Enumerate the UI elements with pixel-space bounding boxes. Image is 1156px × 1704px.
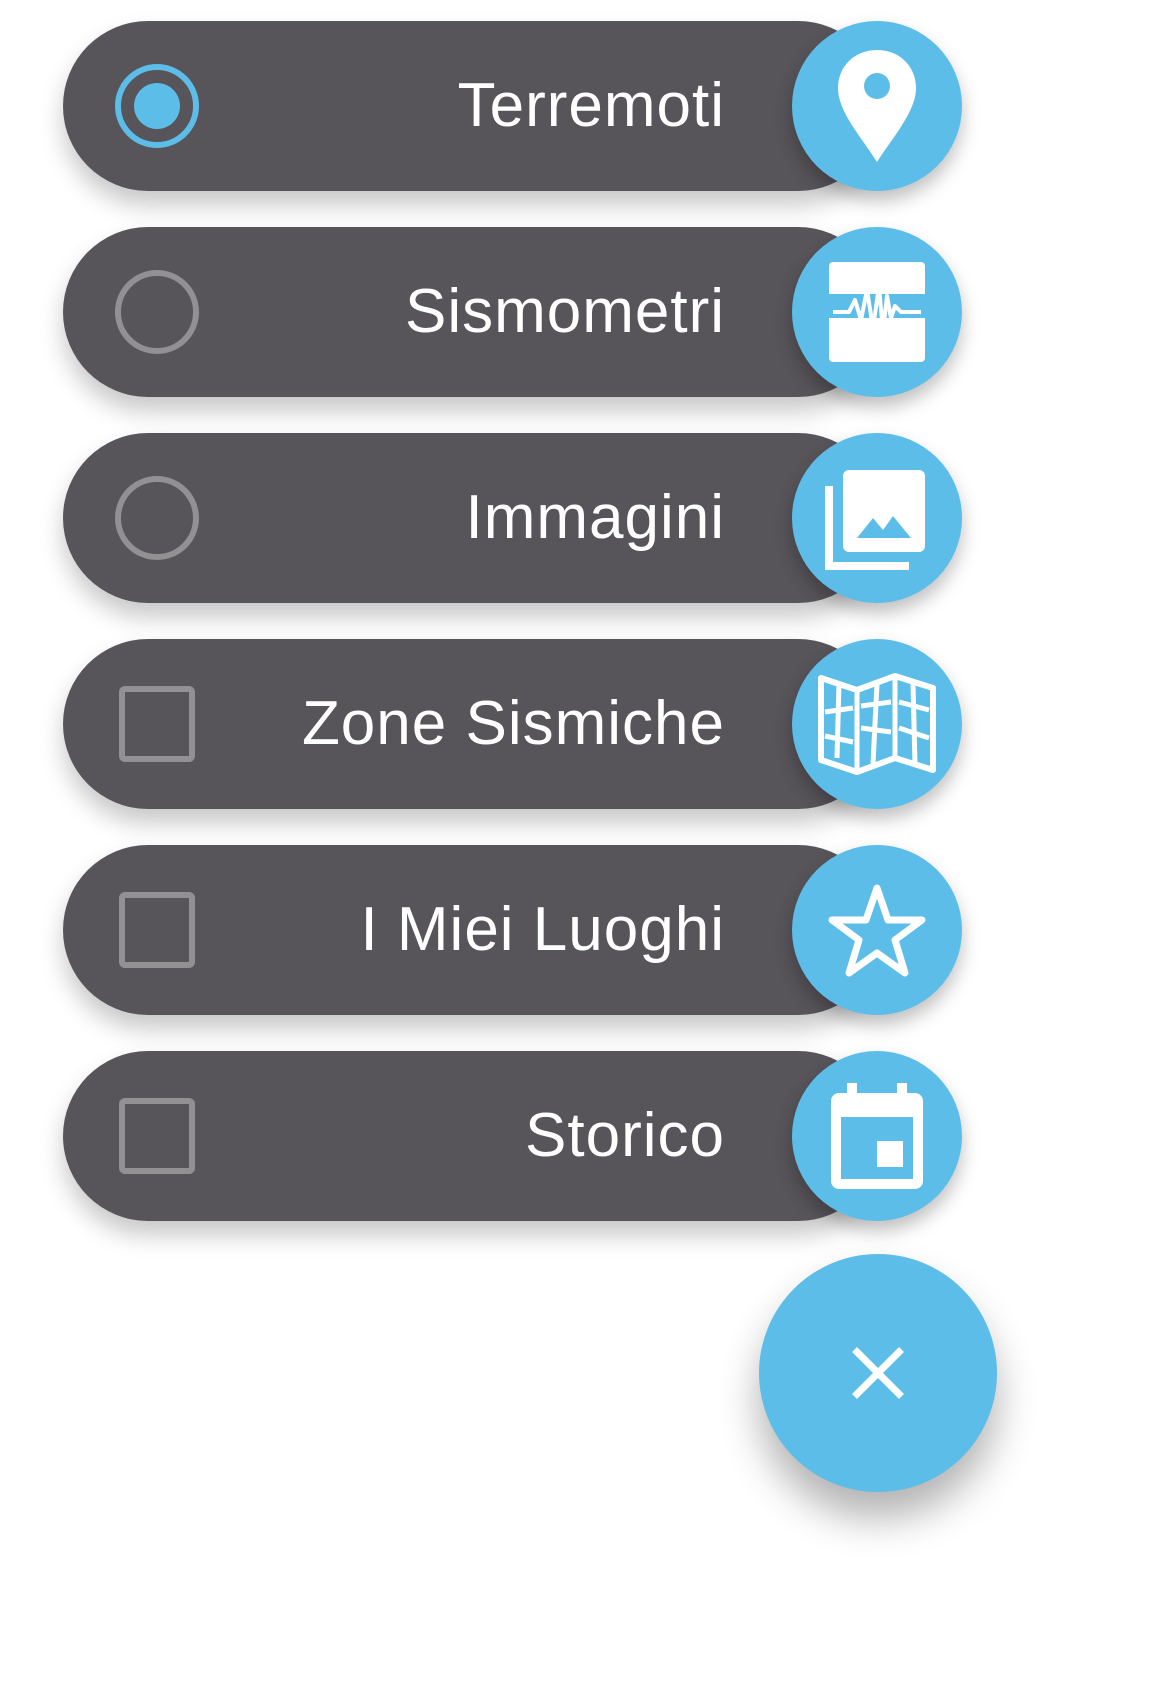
checkbox-i-miei-luoghi[interactable] xyxy=(119,892,195,968)
radio-sismometri[interactable] xyxy=(115,270,199,354)
menu-item-sismometri[interactable]: Sismometri xyxy=(63,227,962,397)
menu-item-label: Sismometri xyxy=(404,277,725,346)
seismograph-icon xyxy=(829,262,925,362)
radio-immagini[interactable] xyxy=(115,476,199,560)
immagini-icon-button[interactable] xyxy=(792,433,962,603)
layer-menu: Terremoti Sismometri Immagini Zone Sismi… xyxy=(0,0,1156,1704)
checkbox-storico[interactable] xyxy=(119,1098,195,1174)
image-gallery-icon xyxy=(825,470,925,570)
menu-item-label: Zone Sismiche xyxy=(301,689,725,758)
menu-item-label: I Miei Luoghi xyxy=(360,895,725,964)
map-pin-icon xyxy=(838,50,916,162)
menu-item-zone-sismiche[interactable]: Zone Sismiche xyxy=(63,639,962,809)
menu-item-i-miei-luoghi[interactable]: I Miei Luoghi xyxy=(63,845,962,1015)
checkbox-zone-sismiche[interactable] xyxy=(119,686,195,762)
storico-icon-button[interactable] xyxy=(792,1051,962,1221)
calendar-icon xyxy=(831,1083,923,1189)
i-miei-luoghi-icon-button[interactable] xyxy=(792,845,962,1015)
zone-sismiche-icon-button[interactable] xyxy=(792,639,962,809)
sismometri-icon-button[interactable] xyxy=(792,227,962,397)
menu-item-terremoti[interactable]: Terremoti xyxy=(63,21,962,191)
radio-terremoti[interactable] xyxy=(115,64,199,148)
close-icon xyxy=(852,1347,904,1399)
menu-item-immagini[interactable]: Immagini xyxy=(63,433,962,603)
close-fab-button[interactable] xyxy=(759,1254,997,1492)
menu-item-label: Storico xyxy=(525,1101,725,1170)
menu-item-storico[interactable]: Storico xyxy=(63,1051,962,1221)
terremoti-icon-button[interactable] xyxy=(792,21,962,191)
radio-selected-dot xyxy=(134,83,180,129)
folded-map-icon xyxy=(818,673,936,775)
menu-item-label: Terremoti xyxy=(457,71,725,140)
menu-item-label: Immagini xyxy=(465,483,725,552)
star-icon xyxy=(828,884,926,977)
